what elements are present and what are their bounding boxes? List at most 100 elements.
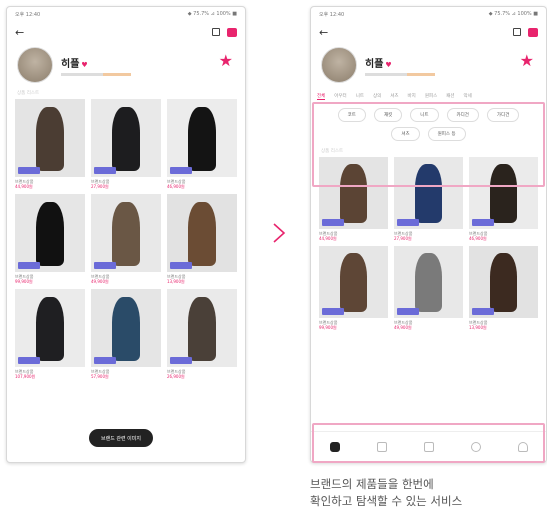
share-icon[interactable] [212, 28, 220, 36]
product-badge [472, 219, 494, 226]
section-caption: 상품 리스트 [17, 91, 40, 96]
product-card[interactable]: 브랜드상품 49,900원 [91, 194, 161, 285]
brand-profile: 히플 ♥ ★ [311, 43, 546, 89]
product-price: 107,900원 [15, 374, 36, 379]
status-icons: ◆ 75.7% ⊿ 100% ■ [187, 11, 237, 17]
product-model-figure [36, 201, 64, 266]
back-arrow-icon[interactable]: ← [15, 26, 24, 39]
product-badge [94, 167, 116, 174]
product-card[interactable]: 브랜드상품 26,900원 [167, 289, 237, 380]
product-image[interactable] [319, 246, 388, 318]
product-badge [18, 262, 40, 269]
product-badge [18, 167, 40, 174]
product-price: 49,900원 [91, 279, 109, 284]
product-model-figure [36, 106, 64, 171]
product-image[interactable] [167, 194, 237, 272]
brand-profile: 히플 ♥ ★ [7, 43, 245, 89]
top-bar: ← [7, 21, 245, 43]
brand-name: 히플 ♥ [365, 58, 392, 70]
product-card[interactable]: 브랜드상품 44,900원 [15, 99, 85, 190]
product-card[interactable]: 브랜드상품 99,900원 [15, 194, 85, 285]
product-card[interactable]: 브랜드상품 46,900원 [167, 99, 237, 190]
category-tab[interactable]: 전체 [317, 93, 326, 100]
product-badge [18, 357, 40, 364]
product-model-figure [188, 296, 216, 361]
avatar [17, 47, 53, 83]
product-price: 46,900원 [469, 236, 487, 241]
product-image[interactable] [91, 289, 161, 367]
status-bar: 오후 12:40 ◆ 75.7% ⊿ 100% ■ [311, 7, 546, 21]
category-tab[interactable]: 아우터 [334, 93, 346, 100]
product-card[interactable]: 브랜드상품 57,900원 [91, 289, 161, 380]
product-card[interactable]: 브랜드상품 13,900원 [469, 246, 538, 331]
product-card[interactable]: 브랜드상품 13,900원 [167, 194, 237, 285]
product-model-figure [188, 106, 216, 171]
product-image[interactable] [167, 289, 237, 367]
floating-brand-button[interactable]: 브랜드 관련 이미지 [89, 429, 153, 447]
product-price: 57,900원 [91, 374, 109, 379]
category-tab[interactable]: 원피스 [425, 93, 437, 100]
category-tab[interactable]: 상의 [373, 93, 381, 100]
product-price: 49,900원 [394, 325, 412, 330]
shopping-bag-icon[interactable] [227, 27, 237, 37]
product-image[interactable] [15, 289, 85, 367]
product-model-figure [339, 253, 368, 313]
back-arrow-icon[interactable]: ← [319, 26, 328, 39]
category-tab[interactable]: 패션 [446, 93, 454, 100]
avatar [321, 47, 357, 83]
product-image[interactable] [91, 99, 161, 177]
product-model-figure [112, 296, 140, 361]
top-bar: ← [311, 21, 546, 43]
product-image[interactable] [394, 246, 463, 318]
product-price: 44,900원 [15, 184, 33, 189]
product-price: 13,900원 [167, 279, 185, 284]
product-model-figure [489, 253, 518, 313]
product-price: 44,900원 [319, 236, 337, 241]
highlight-bottom-nav [312, 423, 545, 463]
category-tab[interactable]: 바지 [408, 93, 416, 100]
share-icon[interactable] [513, 28, 521, 36]
status-bar: 오후 12:40 ◆ 75.7% ⊿ 100% ■ [7, 7, 245, 21]
category-tab[interactable]: 악세 [464, 93, 472, 100]
heart-icon: ♥ [385, 60, 392, 69]
brand-subtitle-bar [61, 72, 131, 76]
left-phone-screen: 오후 12:40 ◆ 75.7% ⊿ 100% ■ ← 히플 ♥ ★ 상품 리스트… [6, 6, 246, 463]
product-image[interactable] [91, 194, 161, 272]
product-badge [472, 308, 494, 315]
shopping-bag-icon[interactable] [528, 27, 538, 37]
category-tab[interactable]: 니트 [356, 93, 364, 100]
product-price: 99,900원 [319, 325, 337, 330]
product-price: 99,900원 [15, 279, 33, 284]
product-image[interactable] [15, 99, 85, 177]
favorite-star-icon[interactable]: ★ [219, 51, 233, 70]
product-model-figure [414, 253, 443, 313]
description-line-2: 확인하고 탐색할 수 있는 서비스 [310, 494, 463, 508]
product-badge [170, 262, 192, 269]
brand-name: 히플 ♥ [61, 58, 88, 70]
status-icons: ◆ 75.7% ⊿ 100% ■ [488, 11, 538, 17]
product-badge [170, 357, 192, 364]
product-model-figure [112, 201, 140, 266]
right-phone-screen: 오후 12:40 ◆ 75.7% ⊿ 100% ■ ← 히플 ♥ ★ 전체 아우터 니… [310, 6, 547, 463]
product-card[interactable]: 브랜드상품 49,900원 [394, 246, 463, 331]
product-card[interactable]: 브랜드상품 27,900원 [91, 99, 161, 190]
product-card[interactable]: 브랜드상품 99,900원 [319, 246, 388, 331]
favorite-star-icon[interactable]: ★ [520, 51, 534, 70]
brand-subtitle-bar [365, 72, 435, 76]
product-image[interactable] [167, 99, 237, 177]
product-model-figure [36, 296, 64, 361]
status-time: 오후 12:40 [15, 11, 41, 18]
product-card[interactable]: 브랜드상품 107,900원 [15, 289, 85, 380]
product-badge [397, 308, 419, 315]
product-badge [397, 219, 419, 226]
description-line-1: 브랜드의 제품들을 한번에 [310, 477, 434, 491]
product-badge [94, 262, 116, 269]
product-model-figure [188, 201, 216, 266]
product-image[interactable] [15, 194, 85, 272]
product-badge [322, 308, 344, 315]
category-tab[interactable]: 셔츠 [390, 93, 398, 100]
product-badge [322, 219, 344, 226]
description-text: 브랜드의 제품들을 한번에 확인하고 탐색할 수 있는 서비스 [310, 476, 545, 510]
product-image[interactable] [469, 246, 538, 318]
product-price: 46,900원 [167, 184, 185, 189]
